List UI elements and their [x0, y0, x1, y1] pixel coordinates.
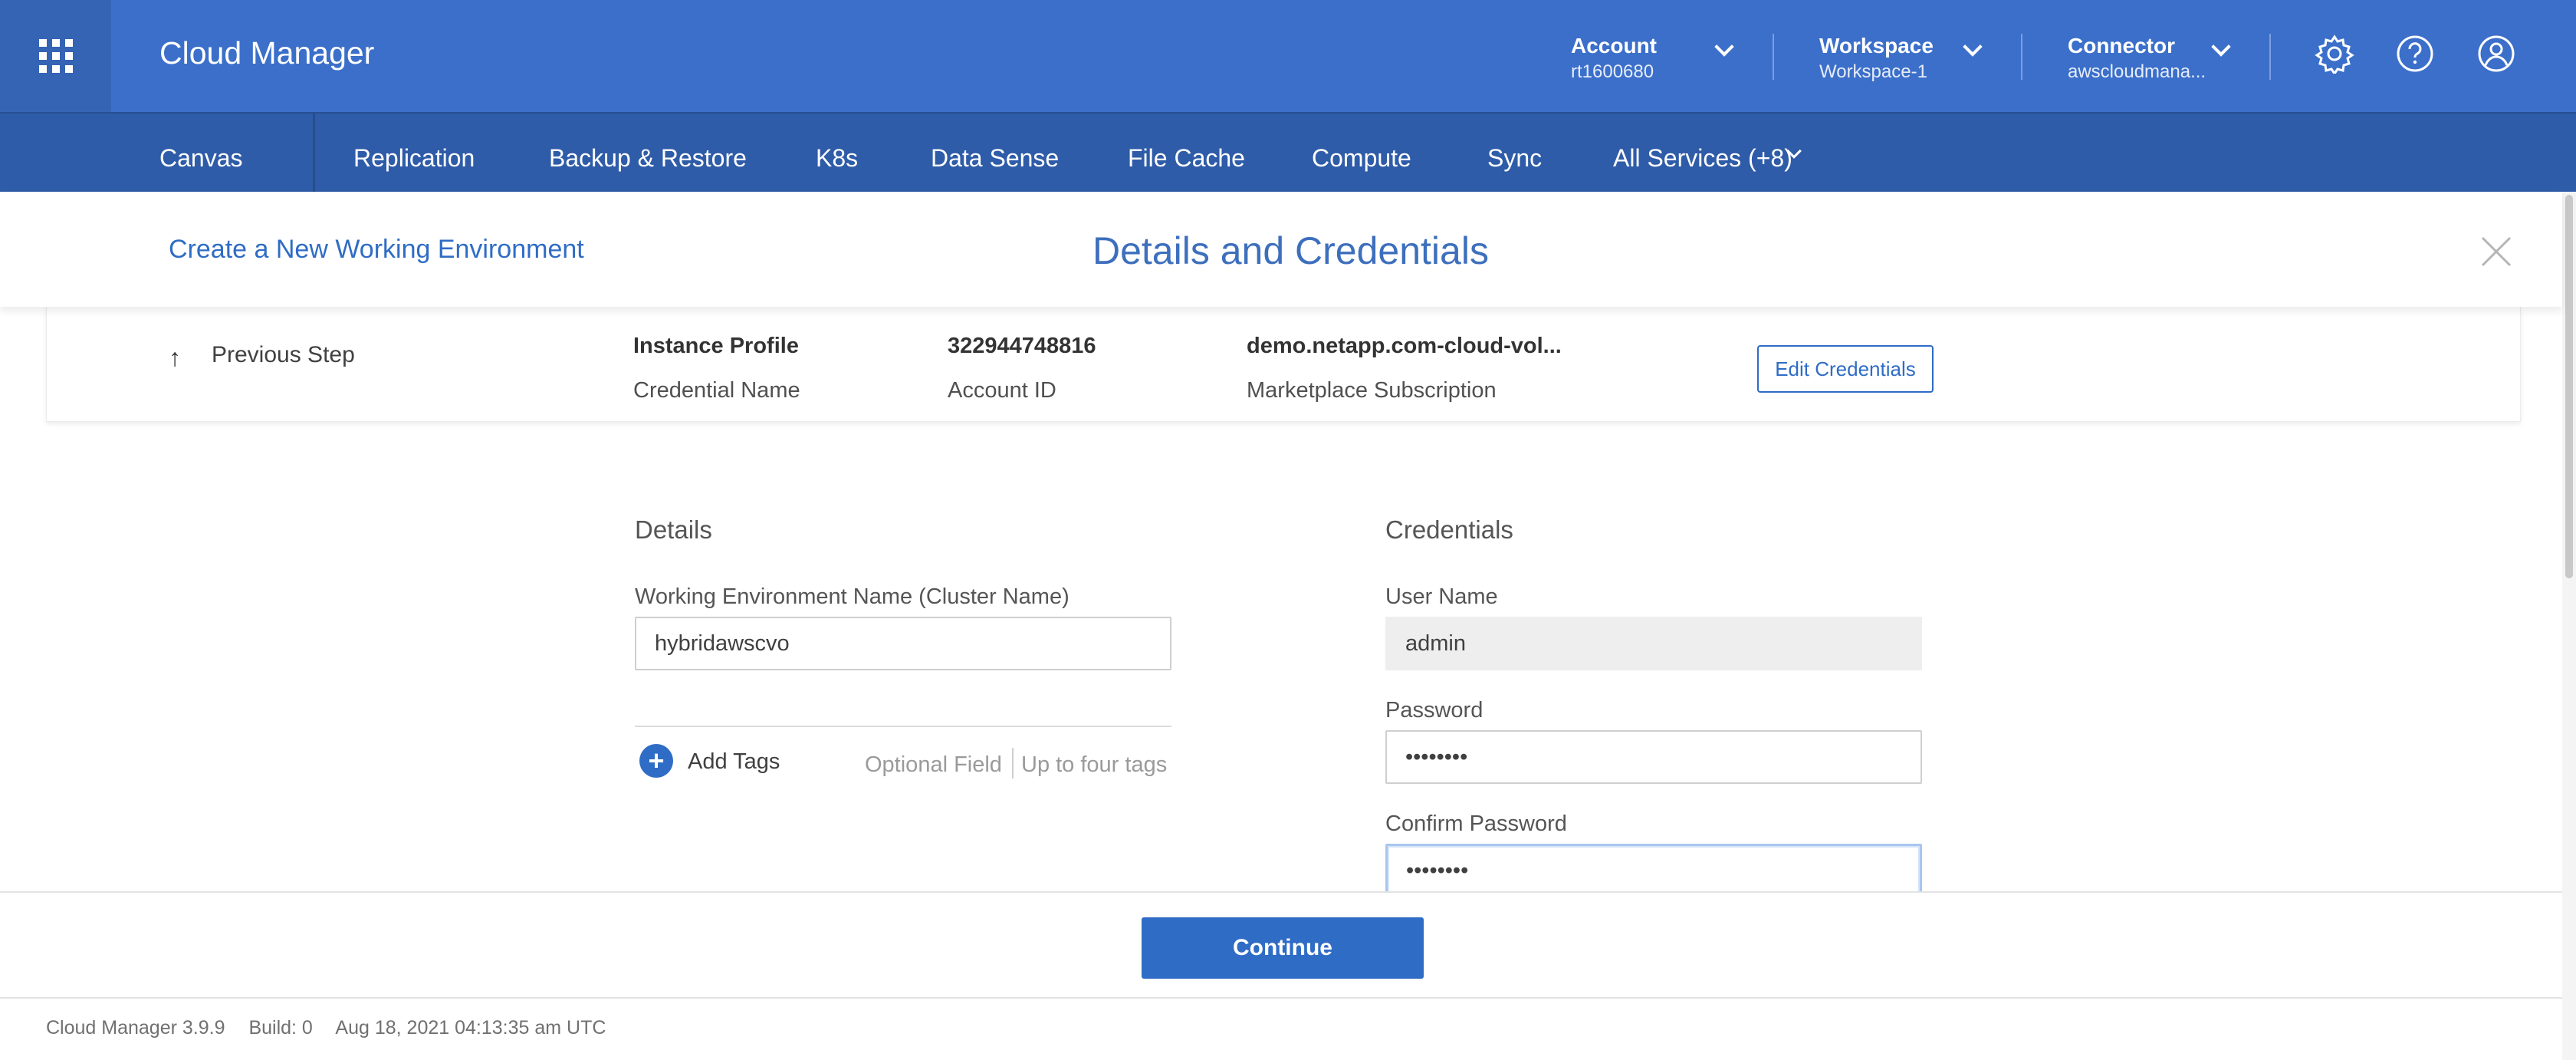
connector-label: Connector — [2068, 34, 2175, 58]
account-label: Account — [1571, 34, 1657, 58]
workspace-selector[interactable]: Workspace Workspace-1 — [1819, 34, 1934, 83]
cluster-name-label: Working Environment Name (Cluster Name) — [635, 584, 1070, 609]
confirm-password-label: Confirm Password — [1385, 811, 1567, 836]
add-circle-icon[interactable]: + — [639, 744, 673, 778]
password-label: Password — [1385, 698, 1484, 723]
create-working-environment-link[interactable]: Create a New Working Environment — [169, 235, 584, 265]
wizard-header: Create a New Working Environment Details… — [0, 192, 2562, 307]
account-id-label: Account ID — [948, 378, 1056, 403]
version-text: Cloud Manager 3.9.9 — [46, 1017, 225, 1039]
workspace-label: Workspace — [1819, 34, 1934, 58]
marketplace-subscription-label: Marketplace Subscription — [1247, 378, 1497, 403]
scrollbar-thumb[interactable] — [2565, 195, 2573, 578]
apps-grid-icon — [38, 39, 73, 73]
close-icon[interactable] — [2479, 235, 2513, 268]
page-title: Details and Credentials — [1092, 229, 1489, 272]
nav-k8s[interactable]: K8s — [816, 144, 858, 173]
username-input[interactable] — [1385, 617, 1922, 670]
user-profile-icon[interactable] — [2476, 34, 2516, 74]
username-label: User Name — [1385, 584, 1498, 609]
tags-divider — [635, 726, 1171, 727]
workspace-value: Workspace-1 — [1819, 61, 1927, 82]
header-divider — [2021, 34, 2022, 80]
hint-separator — [1012, 748, 1014, 779]
top-header: Cloud Manager Account rt1600680 Workspac… — [0, 0, 2576, 112]
app-title: Cloud Manager — [159, 35, 375, 71]
help-icon[interactable] — [2395, 34, 2435, 74]
connector-value: awscloudmana... — [2068, 61, 2206, 82]
credential-name-label: Credential Name — [633, 378, 800, 403]
header-divider — [1773, 34, 1774, 80]
nav-replication[interactable]: Replication — [353, 144, 475, 173]
confirm-password-input[interactable] — [1385, 844, 1922, 897]
arrow-up-icon[interactable]: ↑ — [169, 344, 181, 372]
nav-compute[interactable]: Compute — [1312, 144, 1411, 173]
build-text: Build: 0 — [248, 1017, 313, 1039]
cluster-name-input[interactable] — [635, 617, 1171, 670]
continue-button[interactable]: Continue — [1142, 917, 1424, 979]
connector-chevron-down-icon[interactable] — [2211, 37, 2231, 57]
header-divider — [2269, 34, 2271, 80]
account-id-value: 322944748816 — [948, 334, 1096, 358]
nav-divider — [313, 114, 315, 193]
tags-limit-hint: Up to four tags — [1021, 752, 1168, 777]
timestamp-text: Aug 18, 2021 04:13:35 am UTC — [335, 1017, 606, 1039]
password-input[interactable] — [1385, 730, 1922, 784]
nav-file-cache[interactable]: File Cache — [1128, 144, 1245, 173]
nav-backup-restore[interactable]: Backup & Restore — [549, 144, 747, 173]
account-chevron-down-icon[interactable] — [1714, 37, 1734, 57]
nav-sync[interactable]: Sync — [1487, 144, 1542, 173]
services-nav: Canvas Replication Backup & Restore K8s … — [0, 112, 2576, 193]
nav-data-sense[interactable]: Data Sense — [931, 144, 1059, 173]
add-tags-button[interactable]: Add Tags — [688, 749, 780, 775]
status-bar: Cloud Manager 3.9.9 Build: 0 Aug 18, 202… — [46, 1017, 624, 1039]
connector-selector[interactable]: Connector awscloudmana... — [2068, 34, 2206, 83]
edit-credentials-button[interactable]: Edit Credentials — [1757, 345, 1934, 393]
apps-grid-button[interactable] — [0, 0, 111, 112]
account-value: rt1600680 — [1571, 61, 1654, 82]
workspace-chevron-down-icon[interactable] — [1963, 37, 1983, 57]
credentials-summary-bar — [46, 307, 2521, 422]
optional-field-hint: Optional Field — [865, 752, 1002, 777]
details-section-title: Details — [635, 515, 712, 544]
credentials-section-title: Credentials — [1385, 515, 1513, 544]
wizard-action-bar: Continue — [0, 891, 2562, 999]
instance-profile-value: Instance Profile — [633, 334, 799, 358]
nav-all-services[interactable]: All Services (+8) — [1613, 144, 1792, 173]
marketplace-subscription-value: demo.netapp.com-cloud-vol... — [1247, 334, 1562, 358]
nav-canvas[interactable]: Canvas — [159, 144, 243, 173]
previous-step-link[interactable]: Previous Step — [212, 342, 355, 368]
account-selector[interactable]: Account rt1600680 — [1571, 34, 1657, 83]
settings-gear-icon[interactable] — [2315, 34, 2354, 74]
